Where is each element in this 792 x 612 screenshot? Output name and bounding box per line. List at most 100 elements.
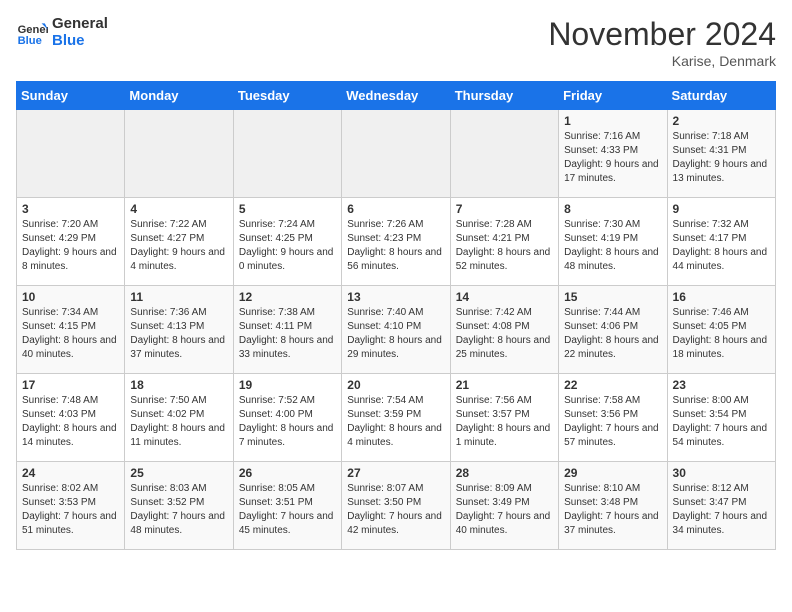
calendar-cell: [450, 110, 558, 198]
day-number: 9: [673, 202, 770, 216]
calendar-header-row: SundayMondayTuesdayWednesdayThursdayFrid…: [17, 82, 776, 110]
weekday-header-wednesday: Wednesday: [342, 82, 450, 110]
calendar-cell: 26 Sunrise: 8:05 AM Sunset: 3:51 PM Dayli…: [233, 462, 341, 550]
day-info: Sunrise: 7:50 AM Sunset: 4:02 PM Dayligh…: [130, 394, 227, 450]
calendar-cell: [17, 110, 125, 198]
calendar-cell: 14 Sunrise: 7:42 AM Sunset: 4:08 PM Dayli…: [450, 286, 558, 374]
weekday-header-monday: Monday: [125, 82, 233, 110]
day-info: Sunrise: 7:32 AM Sunset: 4:17 PM Dayligh…: [673, 218, 770, 274]
calendar-cell: 5 Sunrise: 7:24 AM Sunset: 4:25 PM Daylig…: [233, 198, 341, 286]
calendar-cell: [125, 110, 233, 198]
calendar-cell: 17Sunrise: 7:48 AM Sunset: 4:03 PM Dayli…: [17, 374, 125, 462]
calendar-week-5: 24Sunrise: 8:02 AM Sunset: 3:53 PM Dayli…: [17, 462, 776, 550]
day-info: Sunrise: 8:03 AM Sunset: 3:52 PM Dayligh…: [130, 482, 227, 538]
day-info: Sunrise: 7:30 AM Sunset: 4:19 PM Dayligh…: [564, 218, 661, 274]
calendar-cell: 16 Sunrise: 7:46 AM Sunset: 4:05 PM Dayli…: [667, 286, 775, 374]
logo-icon: General Blue: [16, 17, 48, 49]
day-number: 14: [456, 290, 553, 304]
calendar-cell: 11 Sunrise: 7:36 AM Sunset: 4:13 PM Dayli…: [125, 286, 233, 374]
day-number: 25: [130, 466, 227, 480]
day-info: Sunrise: 7:24 AM Sunset: 4:25 PM Dayligh…: [239, 218, 336, 274]
calendar-cell: 21 Sunrise: 7:56 AM Sunset: 3:57 PM Dayli…: [450, 374, 558, 462]
day-number: 18: [130, 378, 227, 392]
calendar-cell: 19Sunrise: 7:52 AM Sunset: 4:00 PM Dayli…: [233, 374, 341, 462]
calendar-cell: 28 Sunrise: 8:09 AM Sunset: 3:49 PM Dayli…: [450, 462, 558, 550]
day-info: Sunrise: 7:36 AM Sunset: 4:13 PM Dayligh…: [130, 306, 227, 362]
calendar-cell: 30 Sunrise: 8:12 AM Sunset: 3:47 PM Dayli…: [667, 462, 775, 550]
day-info: Sunrise: 8:12 AM Sunset: 3:47 PM Dayligh…: [673, 482, 770, 538]
calendar-cell: 1Sunrise: 7:16 AM Sunset: 4:33 PM Daylig…: [559, 110, 667, 198]
day-number: 21: [456, 378, 553, 392]
day-info: Sunrise: 7:44 AM Sunset: 4:06 PM Dayligh…: [564, 306, 661, 362]
calendar-cell: 20Sunrise: 7:54 AM Sunset: 3:59 PM Dayli…: [342, 374, 450, 462]
day-info: Sunrise: 7:18 AM Sunset: 4:31 PM Dayligh…: [673, 130, 770, 186]
calendar-week-3: 10Sunrise: 7:34 AM Sunset: 4:15 PM Dayli…: [17, 286, 776, 374]
logo-line2: Blue: [52, 33, 108, 50]
calendar-cell: 15 Sunrise: 7:44 AM Sunset: 4:06 PM Dayli…: [559, 286, 667, 374]
svg-text:General: General: [18, 24, 48, 36]
title-block: November 2024 Karise, Denmark: [548, 16, 776, 69]
calendar-cell: 23 Sunrise: 8:00 AM Sunset: 3:54 PM Dayli…: [667, 374, 775, 462]
day-number: 1: [564, 114, 661, 128]
day-number: 12: [239, 290, 336, 304]
calendar-cell: 18 Sunrise: 7:50 AM Sunset: 4:02 PM Dayli…: [125, 374, 233, 462]
day-number: 16: [673, 290, 770, 304]
day-number: 13: [347, 290, 444, 304]
day-info: Sunrise: 7:20 AM Sunset: 4:29 PM Dayligh…: [22, 218, 119, 274]
day-number: 29: [564, 466, 661, 480]
day-info: Sunrise: 7:46 AM Sunset: 4:05 PM Dayligh…: [673, 306, 770, 362]
calendar-cell: 10Sunrise: 7:34 AM Sunset: 4:15 PM Dayli…: [17, 286, 125, 374]
day-number: 28: [456, 466, 553, 480]
day-info: Sunrise: 7:40 AM Sunset: 4:10 PM Dayligh…: [347, 306, 444, 362]
calendar-cell: 4Sunrise: 7:22 AM Sunset: 4:27 PM Daylig…: [125, 198, 233, 286]
day-info: Sunrise: 8:05 AM Sunset: 3:51 PM Dayligh…: [239, 482, 336, 538]
weekday-header-thursday: Thursday: [450, 82, 558, 110]
calendar-week-2: 3 Sunrise: 7:20 AM Sunset: 4:29 PM Daylig…: [17, 198, 776, 286]
day-number: 11: [130, 290, 227, 304]
calendar-cell: 24Sunrise: 8:02 AM Sunset: 3:53 PM Dayli…: [17, 462, 125, 550]
day-number: 30: [673, 466, 770, 480]
day-info: Sunrise: 8:09 AM Sunset: 3:49 PM Dayligh…: [456, 482, 553, 538]
weekday-header-tuesday: Tuesday: [233, 82, 341, 110]
page-header: General Blue General Blue November 2024 …: [16, 16, 776, 69]
day-info: Sunrise: 7:56 AM Sunset: 3:57 PM Dayligh…: [456, 394, 553, 450]
calendar-cell: 25 Sunrise: 8:03 AM Sunset: 3:52 PM Dayli…: [125, 462, 233, 550]
calendar-cell: 7 Sunrise: 7:28 AM Sunset: 4:21 PM Daylig…: [450, 198, 558, 286]
day-number: 4: [130, 202, 227, 216]
calendar-cell: 8Sunrise: 7:30 AM Sunset: 4:19 PM Daylig…: [559, 198, 667, 286]
day-number: 7: [456, 202, 553, 216]
day-info: Sunrise: 8:00 AM Sunset: 3:54 PM Dayligh…: [673, 394, 770, 450]
day-info: Sunrise: 7:34 AM Sunset: 4:15 PM Dayligh…: [22, 306, 119, 362]
calendar-cell: 3 Sunrise: 7:20 AM Sunset: 4:29 PM Daylig…: [17, 198, 125, 286]
day-number: 2: [673, 114, 770, 128]
location-subtitle: Karise, Denmark: [548, 53, 776, 69]
calendar-cell: 12 Sunrise: 7:38 AM Sunset: 4:11 PM Dayli…: [233, 286, 341, 374]
day-info: Sunrise: 7:42 AM Sunset: 4:08 PM Dayligh…: [456, 306, 553, 362]
day-info: Sunrise: 7:58 AM Sunset: 3:56 PM Dayligh…: [564, 394, 661, 450]
day-number: 27: [347, 466, 444, 480]
day-number: 19: [239, 378, 336, 392]
day-number: 15: [564, 290, 661, 304]
day-number: 6: [347, 202, 444, 216]
day-info: Sunrise: 7:48 AM Sunset: 4:03 PM Dayligh…: [22, 394, 119, 450]
day-number: 23: [673, 378, 770, 392]
day-number: 22: [564, 378, 661, 392]
calendar-cell: 13 Sunrise: 7:40 AM Sunset: 4:10 PM Dayli…: [342, 286, 450, 374]
logo: General Blue General Blue: [16, 16, 108, 49]
day-info: Sunrise: 7:38 AM Sunset: 4:11 PM Dayligh…: [239, 306, 336, 362]
day-number: 20: [347, 378, 444, 392]
logo-line1: General: [52, 16, 108, 33]
calendar-cell: [233, 110, 341, 198]
day-number: 5: [239, 202, 336, 216]
day-info: Sunrise: 7:26 AM Sunset: 4:23 PM Dayligh…: [347, 218, 444, 274]
calendar-cell: 2 Sunrise: 7:18 AM Sunset: 4:31 PM Daylig…: [667, 110, 775, 198]
weekday-header-saturday: Saturday: [667, 82, 775, 110]
day-number: 26: [239, 466, 336, 480]
day-info: Sunrise: 7:28 AM Sunset: 4:21 PM Dayligh…: [456, 218, 553, 274]
calendar-cell: 6 Sunrise: 7:26 AM Sunset: 4:23 PM Daylig…: [342, 198, 450, 286]
svg-text:Blue: Blue: [18, 35, 42, 47]
day-number: 3: [22, 202, 119, 216]
day-number: 24: [22, 466, 119, 480]
month-title: November 2024: [548, 16, 776, 53]
calendar-cell: 27Sunrise: 8:07 AM Sunset: 3:50 PM Dayli…: [342, 462, 450, 550]
